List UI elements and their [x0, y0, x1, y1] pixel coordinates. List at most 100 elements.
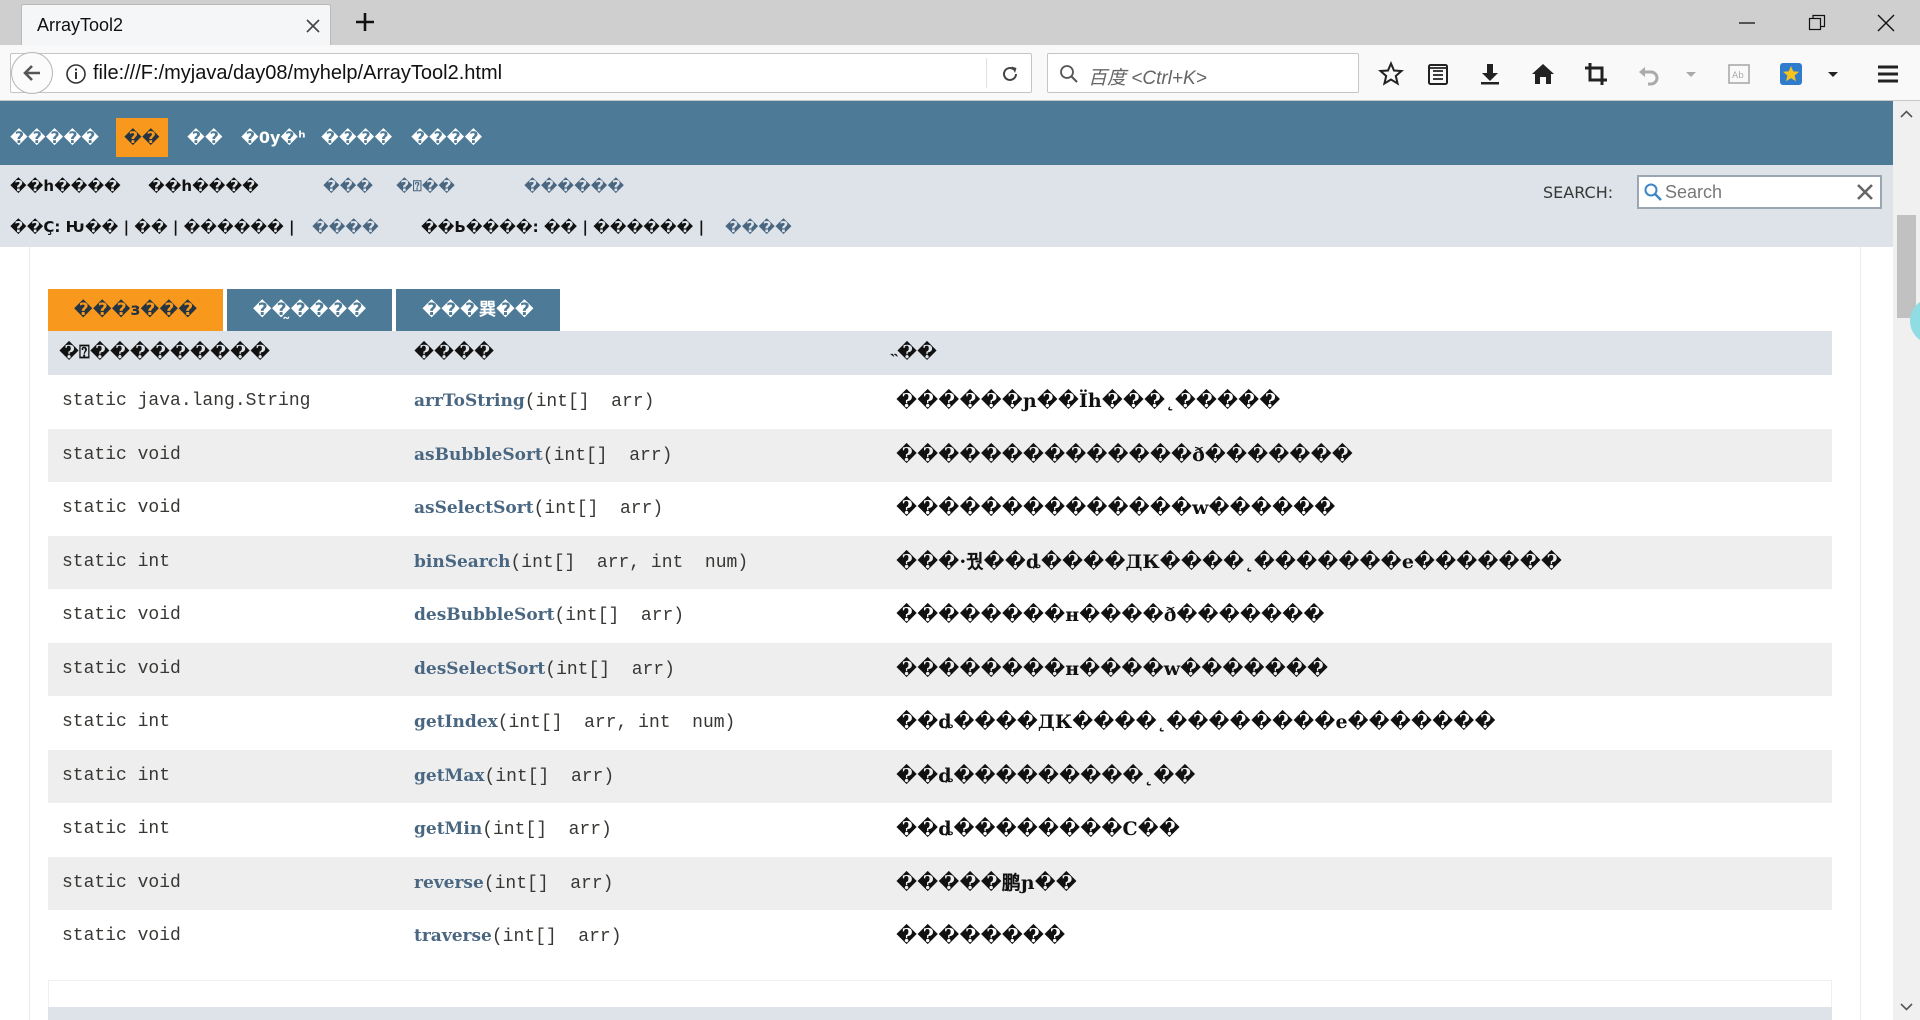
- floating-widget[interactable]: [1908, 298, 1920, 344]
- topnav-item-overview[interactable]: �����: [10, 118, 99, 157]
- reader-view-icon[interactable]: Ab: [1726, 61, 1752, 87]
- minimize-icon[interactable]: [1736, 12, 1758, 34]
- method-signature: reverse(int[] arr): [414, 857, 613, 912]
- method-signature: desBubbleSort(int[] arr): [414, 589, 684, 644]
- reload-icon[interactable]: [999, 63, 1021, 85]
- method-params: (int[] arr): [482, 820, 612, 840]
- reading-list-icon[interactable]: [1425, 61, 1451, 87]
- topnav-item-help[interactable]: ����: [411, 118, 482, 157]
- method-signature: binSearch(int[] arr, int num): [414, 536, 748, 591]
- close-window-icon[interactable]: [1875, 12, 1897, 34]
- tab-all-methods[interactable]: ���з���: [48, 289, 223, 331]
- site-info-icon[interactable]: [65, 63, 87, 85]
- method-link[interactable]: arrToString: [414, 391, 525, 411]
- method-description: �����鹏ɲ��: [896, 871, 1077, 894]
- column-header-modifier: �⍰���������: [59, 342, 271, 363]
- method-link[interactable]: asBubbleSort: [414, 445, 543, 465]
- bookmark-star-icon[interactable]: [1378, 61, 1404, 87]
- search-icon: [1644, 183, 1662, 201]
- method-description: ��ȡ����ДК����˛��������e�������: [896, 711, 1496, 733]
- search-icon: [1060, 65, 1078, 83]
- extension-star-icon[interactable]: [1778, 61, 1804, 87]
- topnav-item-class-active: ��: [116, 118, 168, 157]
- scroll-down-arrow-icon[interactable]: [1899, 999, 1914, 1014]
- tab-static-methods[interactable]: ��̰����: [227, 289, 392, 331]
- all-classes-link[interactable]: ������: [524, 177, 624, 195]
- screenshot-crop-icon[interactable]: [1583, 61, 1609, 87]
- restore-icon[interactable]: [1806, 12, 1828, 34]
- method-link[interactable]: getIndex: [414, 712, 498, 732]
- method-params: (int[] arr): [545, 659, 675, 680]
- search-reset-icon[interactable]: [1855, 182, 1875, 202]
- browser-tab[interactable]: ArrayTool2: [21, 4, 331, 45]
- close-tab-icon[interactable]: [304, 17, 322, 35]
- extension-dropdown-icon[interactable]: [1820, 61, 1846, 87]
- scroll-up-arrow-icon[interactable]: [1899, 107, 1914, 122]
- no-frames-link[interactable]: �⍰��: [396, 177, 455, 195]
- modifier-type: static int: [62, 551, 171, 572]
- modifier-type: static void: [62, 605, 181, 625]
- back-button[interactable]: [11, 52, 53, 94]
- method-description: ��������������ð�������: [896, 443, 1353, 466]
- new-tab-icon[interactable]: [353, 10, 377, 34]
- method-signature: asSelectSort(int[] arr): [414, 482, 663, 537]
- javadoc-sub-nav: ��h���� ��h���� ��� �⍰�� ������ SEARCH: …: [0, 165, 1893, 247]
- method-link[interactable]: desSelectSort: [414, 659, 545, 679]
- menu-hamburger-icon[interactable]: [1875, 61, 1901, 87]
- method-link[interactable]: desBubbleSort: [414, 605, 554, 625]
- method-link[interactable]: traverse: [414, 926, 492, 946]
- table-row: static int getMin(int[] arr) ��ȡ��������…: [48, 803, 1832, 857]
- method-link[interactable]: binSearch: [414, 552, 510, 572]
- table-row: static void asSelectSort(int[] arr) ����…: [48, 482, 1832, 536]
- method-description: ������ɲ��Ïh���˛�����: [896, 390, 1281, 412]
- undo-dropdown-icon[interactable]: [1678, 61, 1704, 87]
- search-placeholder: Search: [1665, 182, 1723, 202]
- browser-tab-strip: ArrayTool2: [0, 0, 1920, 45]
- method-params: (int[] arr): [533, 499, 664, 519]
- column-header-method: ����: [414, 342, 495, 363]
- vertical-scrollbar[interactable]: [1893, 101, 1920, 1020]
- method-signature: traverse(int[] arr): [414, 910, 622, 965]
- modifier-type: static void: [62, 872, 181, 893]
- back-arrow-icon: [23, 65, 40, 81]
- topnav-item-index[interactable]: ����: [321, 118, 392, 157]
- method-signature: getMin(int[] arr): [414, 803, 612, 858]
- home-icon[interactable]: [1530, 61, 1556, 87]
- method-description: ���·꿨��ȡ����ДК����˛�������e�������: [896, 550, 1562, 573]
- modifier-type: static void: [62, 926, 181, 946]
- url-text[interactable]: file:///F:/myjava/day08/myhelp/ArrayTool…: [93, 62, 502, 85]
- tab-title: ArrayTool2: [37, 15, 124, 35]
- summary-method-link[interactable]: ����: [312, 218, 379, 236]
- modifier-type: static java.lang.String: [62, 391, 311, 411]
- url-bar[interactable]: file:///F:/myjava/day08/myhelp/ArrayTool…: [10, 52, 1032, 94]
- column-header-description: ˵��: [891, 342, 938, 363]
- modifier-type: static int: [62, 819, 171, 839]
- method-link[interactable]: getMin: [414, 819, 482, 839]
- browser-toolbar: file:///F:/myjava/day08/myhelp/ArrayTool…: [0, 45, 1920, 101]
- method-params: (int[] arr): [524, 392, 655, 412]
- method-params: (int[] arr, int num): [510, 552, 749, 573]
- web-search-box[interactable]: 百度 <Ctrl+K>: [1047, 53, 1359, 93]
- method-summary-table: �⍰��������� ���� ˵�� static java.lang.St…: [48, 331, 1832, 964]
- method-description: ��ȡ���������˛��: [896, 764, 1196, 787]
- method-signature: getIndex(int[] arr, int num): [414, 696, 735, 751]
- method-link[interactable]: getMax: [414, 766, 485, 786]
- method-link[interactable]: reverse: [414, 873, 484, 893]
- summary-nav-label: ��Ç: Ƕ�� | �� | ������ |: [10, 218, 300, 236]
- frames-link[interactable]: ���: [323, 177, 373, 195]
- tab-concrete-methods[interactable]: ���巽��: [396, 289, 560, 331]
- table-row: static void desSelectSort(int[] arr) ���…: [48, 642, 1832, 696]
- method-description: ��������: [896, 925, 1066, 947]
- javadoc-top-nav: ����� �� �� �0y�ʰ ���� ����: [0, 101, 1893, 165]
- detail-method-link[interactable]: ����: [725, 218, 792, 236]
- method-detail-header-bar: [48, 1007, 1832, 1020]
- table-row: static int getMax(int[] arr) ��ȡ��������…: [48, 749, 1832, 803]
- undo-icon[interactable]: [1636, 61, 1662, 87]
- floating-widget-bubble[interactable]: [1910, 298, 1920, 344]
- topnav-item-deprecated[interactable]: �0y�ʰ: [241, 118, 305, 157]
- topnav-item-tree[interactable]: ��: [187, 118, 223, 157]
- method-params: (int[] arr): [483, 873, 614, 894]
- javadoc-search-input[interactable]: Search: [1637, 175, 1882, 209]
- method-link[interactable]: asSelectSort: [414, 498, 534, 518]
- download-icon[interactable]: [1477, 61, 1503, 87]
